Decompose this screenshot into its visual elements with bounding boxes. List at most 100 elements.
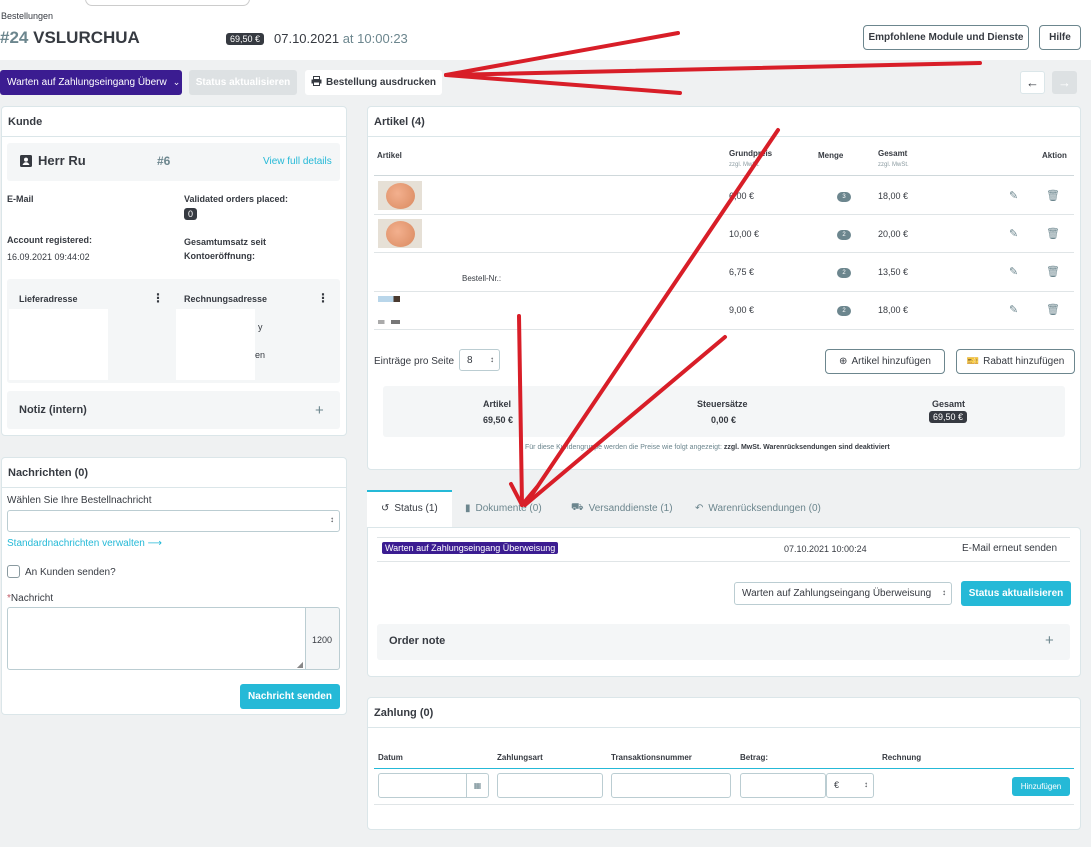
arrow-right-icon: ⟶ xyxy=(147,538,162,549)
history-icon: ↺ xyxy=(381,502,390,514)
send-message-button[interactable]: Nachricht senden xyxy=(240,684,340,709)
tab-returns-label: Warenrücksendungen (0) xyxy=(708,502,821,514)
order-status-dropdown[interactable]: Warten auf Zahlungseingang Überw ⌄ xyxy=(0,70,182,95)
product-image[interactable] xyxy=(378,296,400,302)
trash-icon[interactable]: 🗑 xyxy=(1046,303,1060,316)
print-order-label: Bestellung ausdrucken xyxy=(325,77,437,88)
message-textarea[interactable]: ◢ xyxy=(7,607,306,670)
update-status-button[interactable]: Status aktualisieren xyxy=(189,70,297,95)
price-display-tax: zzgl. MwSt. xyxy=(723,444,762,451)
send-to-customer-label: An Kunden senden? xyxy=(25,567,116,578)
col-total-sub: zzgl. MwSt. xyxy=(878,162,909,168)
summary-tax-value: 0,00 € xyxy=(711,415,737,425)
add-payment-button[interactable]: Hinzufügen xyxy=(1012,777,1070,796)
price-display-note: Für diese Kundengruppe werden die Preise… xyxy=(525,444,890,451)
add-product-button[interactable]: ⊕ Artikel hinzufügen xyxy=(825,349,945,374)
plus-circle-icon: ⊕ xyxy=(839,356,848,367)
plus-icon[interactable]: + xyxy=(1045,632,1054,649)
add-discount-label: Rabatt hinzufügen xyxy=(983,356,1065,367)
price-display-text: Für diese Kundengruppe werden die Preise… xyxy=(525,444,722,451)
row-divider xyxy=(374,214,1074,215)
transaction-id-input[interactable] xyxy=(611,773,731,798)
kebab-menu-icon[interactable]: ⋮ xyxy=(317,291,329,305)
search-bar[interactable] xyxy=(85,0,250,6)
per-page-select[interactable]: 8 ↕ xyxy=(459,349,500,371)
product-unit-price: 6,75 € xyxy=(729,267,755,277)
invoice-address-fragment: en xyxy=(255,350,266,360)
user-icon xyxy=(20,155,32,170)
manage-default-messages-link[interactable]: Standardnachrichten verwalten ⟶ xyxy=(7,538,162,549)
internal-note-label: Notiz (intern) xyxy=(19,404,87,416)
invoice-address-fragment: y xyxy=(258,322,263,332)
help-button[interactable]: Hilfe xyxy=(1039,25,1081,50)
trash-icon[interactable]: 🗑 xyxy=(1046,265,1060,278)
col-transaction-id: Transaktionsnummer xyxy=(611,753,692,762)
summary-total-label: Gesamt xyxy=(932,399,966,409)
product-image[interactable] xyxy=(378,219,422,248)
order-ref-link[interactable]: Bestell-Nr.: xyxy=(462,274,501,283)
trash-icon[interactable]: 🗑 xyxy=(1046,189,1060,202)
order-message-select[interactable]: ↕ xyxy=(7,510,340,532)
status-date: 07.10.2021 10:00:24 xyxy=(784,544,867,554)
plus-icon[interactable]: + xyxy=(315,402,324,419)
print-order-button[interactable]: Bestellung ausdrucken xyxy=(305,70,442,95)
resend-email-link[interactable]: E-Mail erneut senden xyxy=(962,543,1057,554)
manage-default-messages-label: Standardnachrichten verwalten xyxy=(7,538,145,549)
pencil-icon[interactable]: ✎ xyxy=(1009,303,1018,316)
product-total: 13,50 € xyxy=(878,267,909,277)
payment-card-title: Zahlung (0) xyxy=(368,698,1080,728)
breadcrumb[interactable]: Bestellungen xyxy=(1,11,53,21)
payment-method-input[interactable] xyxy=(497,773,603,798)
account-registered-label: Account registered: xyxy=(7,235,93,245)
recommended-modules-button[interactable]: Empfohlene Module und Dienste xyxy=(863,25,1029,50)
page-title: #24 VSLURCHUA xyxy=(0,28,140,48)
per-page-label: Einträge pro Seite xyxy=(374,356,455,367)
select-arrows-icon: ↕ xyxy=(330,515,334,524)
calendar-icon[interactable]: ▦ xyxy=(466,774,488,797)
chevron-down-icon: ⌄ xyxy=(172,77,181,87)
payment-date-input[interactable]: ▦ xyxy=(378,773,489,798)
status-table-top xyxy=(377,537,1070,538)
status-select[interactable]: Warten auf Zahlungseingang Überweisung ↕ xyxy=(734,582,952,605)
add-discount-button[interactable]: 🎫 Rabatt hinzufügen xyxy=(956,349,1075,374)
tab-shipping-label: Versanddienste (1) xyxy=(588,502,673,514)
tab-returns[interactable]: ↶ Warenrücksendungen (0) xyxy=(695,490,821,526)
currency-select[interactable]: € ↕ xyxy=(826,773,874,798)
order-number: #24 xyxy=(0,28,29,47)
arrow-left-icon[interactable]: ← xyxy=(1020,71,1045,94)
select-arrows-icon: ↕ xyxy=(864,780,868,789)
returns-disabled-note: Warenrücksendungen sind deaktiviert xyxy=(763,444,890,451)
resize-handle-icon[interactable]: ◢ xyxy=(297,660,303,669)
amount-input[interactable] xyxy=(740,773,826,798)
row-divider xyxy=(374,291,1074,292)
summary-articles-label: Artikel xyxy=(483,399,512,409)
choose-message-label: Wählen Sie Ihre Bestellnachricht xyxy=(7,495,152,506)
product-image[interactable] xyxy=(378,181,422,210)
kebab-menu-icon[interactable]: ⋮ xyxy=(152,291,164,305)
status-update-button[interactable]: Status aktualisieren xyxy=(961,581,1071,606)
pencil-icon[interactable]: ✎ xyxy=(1009,227,1018,240)
add-product-label: Artikel hinzufügen xyxy=(851,356,931,367)
undo-icon: ↶ xyxy=(695,502,704,514)
send-to-customer-checkbox[interactable] xyxy=(7,565,20,578)
product-total: 18,00 € xyxy=(878,305,909,315)
arrow-right-icon[interactable]: → xyxy=(1052,71,1077,94)
validated-orders-count: 0 xyxy=(184,208,198,220)
payment-card: Zahlung (0) xyxy=(367,697,1081,830)
tab-documents[interactable]: ▮ Dokumente (0) xyxy=(465,490,542,526)
col-invoice: Rechnung xyxy=(882,753,922,762)
per-page-value: 8 xyxy=(467,355,473,366)
trash-icon[interactable]: 🗑 xyxy=(1046,227,1060,240)
order-note-box[interactable] xyxy=(377,624,1070,660)
ticket-icon: 🎫 xyxy=(966,356,980,367)
currency-value: € xyxy=(834,780,840,790)
pencil-icon[interactable]: ✎ xyxy=(1009,265,1018,278)
order-total-badge: 69,50 € xyxy=(226,33,265,45)
col-amount: Betrag: xyxy=(740,753,769,762)
col-date: Datum xyxy=(378,753,403,762)
char-count: 1200 xyxy=(312,635,333,645)
tab-shipping[interactable]: ⛟ Versanddienste (1) xyxy=(571,490,673,526)
view-full-details-link[interactable]: View full details xyxy=(263,156,332,167)
tab-status[interactable]: ↺ Status (1) xyxy=(381,490,438,526)
pencil-icon[interactable]: ✎ xyxy=(1009,189,1018,202)
